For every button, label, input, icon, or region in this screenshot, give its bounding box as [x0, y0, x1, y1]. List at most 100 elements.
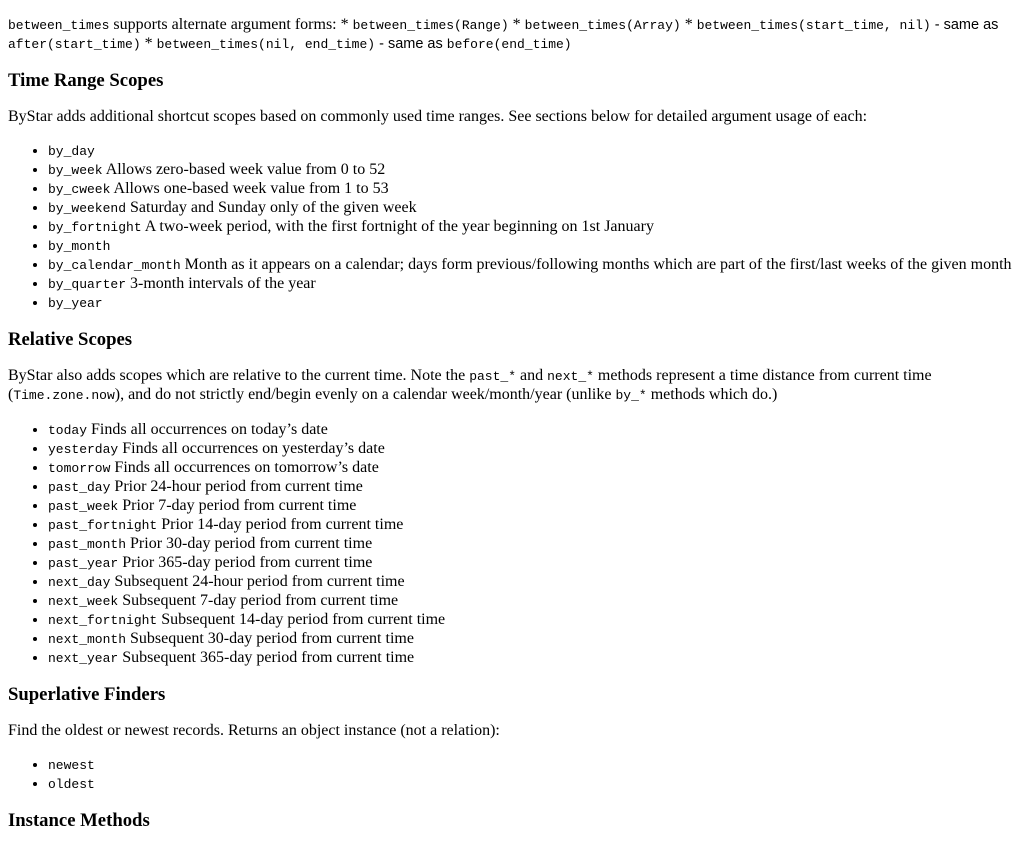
list-item-text: Subsequent 30-day period from current ti… — [126, 630, 414, 647]
superlative-heading: Superlative Finders — [8, 684, 166, 705]
list-item-text: Prior 14-day period from current time — [157, 516, 404, 533]
relative-text: methods which do.) — [646, 386, 778, 403]
intro-text: * — [680, 16, 697, 33]
intro-text: - same as — [930, 17, 1003, 33]
list-item: past_month Prior 30-day period from curr… — [48, 535, 1016, 554]
inline-code: Time.zone.now — [13, 388, 115, 403]
list-item: by_day — [48, 142, 1016, 161]
list-item: yesterday Finds all occurrences on yeste… — [48, 440, 1016, 459]
inline-code: by_weekend — [48, 201, 127, 216]
inline-code: by_day — [48, 144, 95, 159]
inline-code: between_times(Array) — [524, 18, 681, 33]
superlative-list: newest oldest — [8, 756, 1016, 794]
time-range-description: ByStar adds additional shortcut scopes b… — [8, 108, 868, 125]
inline-code: oldest — [48, 777, 95, 792]
list-item: by_year — [48, 294, 1016, 313]
list-item: next_fortnight Subsequent 14-day period … — [48, 611, 1016, 630]
list-item: past_fortnight Prior 14-day period from … — [48, 516, 1016, 535]
relative-description: ByStar also adds scopes which are relati… — [8, 367, 1016, 405]
inline-code: next_month — [48, 632, 127, 647]
intro-paragraph: between_times supports alternate argumen… — [8, 16, 1016, 54]
list-item: by_calendar_month Month as it appears on… — [48, 256, 1016, 275]
list-item: by_weekend Saturday and Sunday only of t… — [48, 199, 1016, 218]
inline-code: past_year — [48, 556, 119, 571]
list-item-text: Month as it appears on a calendar; days … — [180, 256, 1012, 273]
document-page: between_times supports alternate argumen… — [0, 16, 1024, 832]
inline-code: by_calendar_month — [48, 258, 181, 273]
intro-text: * — [140, 35, 157, 52]
list-item-text: Finds all occurrences on yesterday’s dat… — [118, 440, 385, 457]
inline-code: past_* — [469, 369, 516, 384]
relative-text: ByStar also adds scopes which are relati… — [8, 367, 470, 384]
inline-code: between_times(start_time, nil) — [696, 18, 931, 33]
inline-code: by_week — [48, 163, 103, 178]
intro-text: - same as — [375, 36, 447, 52]
intro-text: * — [508, 16, 525, 33]
list-item: by_fortnight A two-week period, with the… — [48, 218, 1016, 237]
time-range-list: by_day by_week Allows zero-based week val… — [8, 142, 1016, 313]
list-item: by_month — [48, 237, 1016, 256]
relative-heading: Relative Scopes — [8, 329, 133, 350]
list-item: past_year Prior 365-day period from curr… — [48, 554, 1016, 573]
inline-code: by_* — [615, 388, 647, 403]
inline-code: by_cweek — [48, 182, 111, 197]
list-item-text: A two-week period, with the first fortni… — [141, 218, 654, 235]
inline-code: past_fortnight — [48, 518, 158, 533]
list-item: oldest — [48, 775, 1016, 794]
list-item-text: Allows one-based week value from 1 to 53 — [110, 180, 389, 197]
list-item-text: Prior 30-day period from current time — [126, 535, 373, 552]
superlative-description: Find the oldest or newest records. Retur… — [8, 722, 500, 739]
inline-code: past_week — [48, 499, 119, 514]
inline-code: next_fortnight — [48, 613, 158, 628]
inline-code: between_times(nil, end_time) — [156, 37, 376, 52]
list-item-text: 3-month intervals of the year — [126, 275, 316, 292]
inline-code: by_year — [48, 296, 103, 311]
list-item: next_month Subsequent 30-day period from… — [48, 630, 1016, 649]
inline-code: before(end_time) — [446, 37, 572, 52]
list-item: by_quarter 3-month intervals of the year — [48, 275, 1016, 294]
inline-code: between_times — [8, 18, 110, 33]
list-item-text: Prior 24-hour period from current time — [110, 478, 363, 495]
list-item-text: Prior 7-day period from current time — [118, 497, 357, 514]
inline-code: by_month — [48, 239, 111, 254]
inline-code: today — [48, 423, 88, 438]
list-item: by_week Allows zero-based week value fro… — [48, 161, 1016, 180]
inline-code: after(start_time) — [8, 37, 141, 52]
list-item: today Finds all occurrences on today’s d… — [48, 421, 1016, 440]
list-item: by_cweek Allows one-based week value fro… — [48, 180, 1016, 199]
inline-code: next_year — [48, 651, 119, 666]
list-item: past_day Prior 24-hour period from curre… — [48, 478, 1016, 497]
inline-code: next_week — [48, 594, 119, 609]
inline-code: newest — [48, 758, 95, 773]
inline-code: by_quarter — [48, 277, 127, 292]
list-item-text: Allows zero-based week value from 0 to 5… — [102, 161, 386, 178]
list-item-text: Subsequent 7-day period from current tim… — [118, 592, 399, 609]
list-item-text: Finds all occurrences on tomorrow’s date — [110, 459, 379, 476]
list-item: tomorrow Finds all occurrences on tomorr… — [48, 459, 1016, 478]
inline-code: tomorrow — [48, 461, 111, 476]
relative-text: ), and do not strictly end/begin evenly … — [114, 386, 616, 403]
list-item-text: Saturday and Sunday only of the given we… — [126, 199, 417, 216]
inline-code: by_fortnight — [48, 220, 142, 235]
inline-code: past_month — [48, 537, 127, 552]
list-item-text: Subsequent 365-day period from current t… — [118, 649, 415, 666]
time-range-heading: Time Range Scopes — [8, 70, 164, 91]
list-item: next_week Subsequent 7-day period from c… — [48, 592, 1016, 611]
intro-text: supports alternate argument forms: * — [109, 16, 353, 33]
relative-list: today Finds all occurrences on today’s d… — [8, 421, 1016, 668]
list-item-text: Prior 365-day period from current time — [118, 554, 373, 571]
list-item-text: Finds all occurrences on today’s date — [87, 421, 328, 438]
inline-code: past_day — [48, 480, 111, 495]
list-item-text: Subsequent 14-day period from current ti… — [157, 611, 446, 628]
list-item-text: Subsequent 24-hour period from current t… — [110, 573, 405, 590]
list-item: next_year Subsequent 365-day period from… — [48, 649, 1016, 668]
relative-text: and — [516, 367, 548, 384]
inline-code: between_times(Range) — [352, 18, 509, 33]
inline-code: yesterday — [48, 442, 119, 457]
instance-heading: Instance Methods — [8, 810, 150, 831]
list-item: newest — [48, 756, 1016, 775]
inline-code: next_* — [547, 369, 594, 384]
list-item: past_week Prior 7-day period from curren… — [48, 497, 1016, 516]
inline-code: next_day — [48, 575, 111, 590]
list-item: next_day Subsequent 24-hour period from … — [48, 573, 1016, 592]
